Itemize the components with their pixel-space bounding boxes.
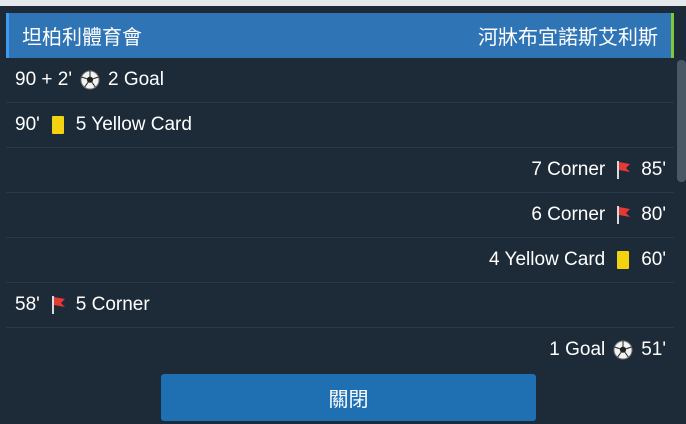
event-row: 6 Corner 80' [6,193,674,238]
yellow-card-icon [613,249,633,271]
event-minute: 90 + 2' [15,69,72,90]
event-minute: 80' [641,204,666,225]
soccer-ball-icon [613,339,633,361]
event-minute: 85' [641,159,666,180]
event-description: 6 Corner [531,204,606,225]
soccer-ball-icon [80,69,100,91]
event-description: 4 Yellow Card [489,249,606,270]
event-list[interactable]: 90 + 2' 2 Goal 90' 5 Yellow Card 7 Corner 85'… [6,58,674,368]
event-row: 4 Yellow Card 60' [6,238,674,283]
event-row: 7 Corner 85' [6,148,674,193]
home-color-bar [6,13,9,58]
event-minute: 60' [641,249,666,270]
top-divider [0,0,686,6]
event-description: 5 Yellow Card [75,114,192,135]
scrollbar-thumb[interactable] [677,60,686,182]
corner-flag-icon [48,294,68,316]
corner-flag-icon [613,204,633,226]
home-team-name: 坦柏利體育會 [22,27,142,49]
event-minute: 58' [15,294,40,315]
event-minute: 51' [641,339,666,360]
event-description: 7 Corner [531,159,606,180]
event-row: 1 Goal 51' [6,328,674,368]
event-minute: 90' [15,114,40,135]
event-description: 5 Corner [75,294,150,315]
event-row: 90 + 2' 2 Goal [6,58,674,103]
away-color-bar [671,13,674,58]
event-description: 2 Goal [107,69,164,90]
away-team-name: 河牀布宜諾斯艾利斯 [478,27,658,49]
event-row: 58' 5 Corner [6,283,674,328]
event-description: 1 Goal [549,339,606,360]
event-row: 90' 5 Yellow Card [6,103,674,148]
teams-header: 坦柏利體育會 河牀布宜諾斯艾利斯 [6,13,674,58]
yellow-card-icon [48,114,68,136]
match-events-panel: 坦柏利體育會 河牀布宜諾斯艾利斯 90 + 2' 2 Goal 90' 5 Yello… [0,0,686,424]
close-button[interactable]: 關閉 [161,374,536,421]
corner-flag-icon [613,159,633,181]
